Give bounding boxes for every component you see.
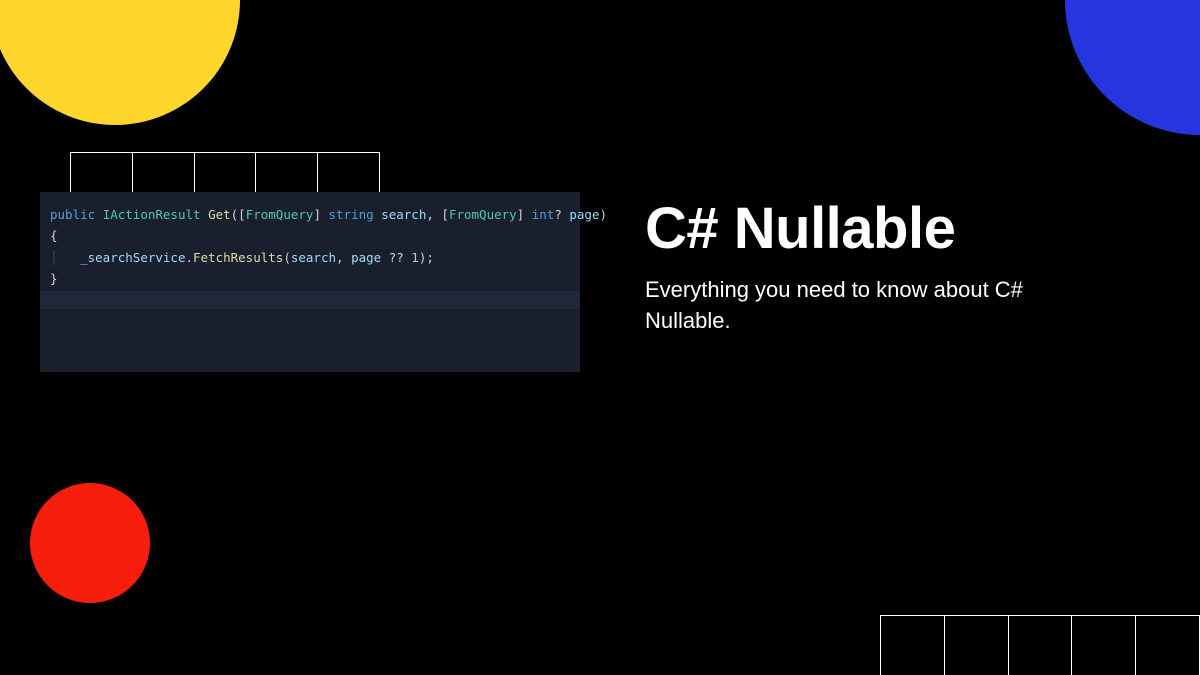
code-cursor-line — [40, 291, 580, 309]
code-token: ] — [517, 207, 525, 222]
code-token: } — [50, 271, 58, 286]
code-token: page — [351, 250, 381, 265]
code-token: 1 — [411, 250, 419, 265]
code-token: public — [50, 207, 95, 222]
page-subtitle: Everything you need to know about C# Nul… — [645, 275, 1095, 337]
code-token: search — [381, 207, 426, 222]
code-token: FromQuery — [246, 207, 314, 222]
code-token: ); — [419, 250, 434, 265]
code-token: ?? — [381, 250, 411, 265]
code-token: ] — [313, 207, 321, 222]
code-token: int — [532, 207, 555, 222]
code-token: [ — [238, 207, 246, 222]
yellow-circle-decoration — [0, 0, 240, 125]
code-snippet: public IActionResult Get([FromQuery] str… — [40, 192, 580, 372]
code-token: , — [336, 250, 351, 265]
code-token: IActionResult — [103, 207, 201, 222]
grid-cell — [880, 615, 945, 675]
grid-cell — [1072, 615, 1136, 675]
blue-quarter-decoration — [1065, 0, 1200, 135]
grid-cell — [1136, 615, 1200, 675]
grid-decoration-bottom — [880, 615, 1200, 675]
code-token: ) — [599, 207, 607, 222]
red-circle-decoration — [30, 483, 150, 603]
code-token: FetchResults — [193, 250, 283, 265]
code-token: page — [569, 207, 599, 222]
code-token: { — [50, 228, 58, 243]
code-token: Get — [208, 207, 231, 222]
code-token: search — [291, 250, 336, 265]
code-line-2: { — [50, 225, 570, 246]
code-token: │ — [50, 250, 80, 265]
code-token: ? — [554, 207, 562, 222]
code-token: , — [426, 207, 441, 222]
code-token: FromQuery — [449, 207, 517, 222]
grid-cell — [1009, 615, 1073, 675]
code-token: _searchService — [80, 250, 185, 265]
code-token: [ — [441, 207, 449, 222]
code-token: . — [185, 250, 193, 265]
code-line-1: public IActionResult Get([FromQuery] str… — [50, 204, 570, 225]
code-token: ( — [283, 250, 291, 265]
grid-cell — [945, 615, 1009, 675]
code-token: string — [329, 207, 374, 222]
code-line-3: │ _searchService.FetchResults(search, pa… — [50, 247, 570, 268]
code-line-4: } — [50, 268, 570, 289]
page-title: C# Nullable — [645, 195, 955, 262]
